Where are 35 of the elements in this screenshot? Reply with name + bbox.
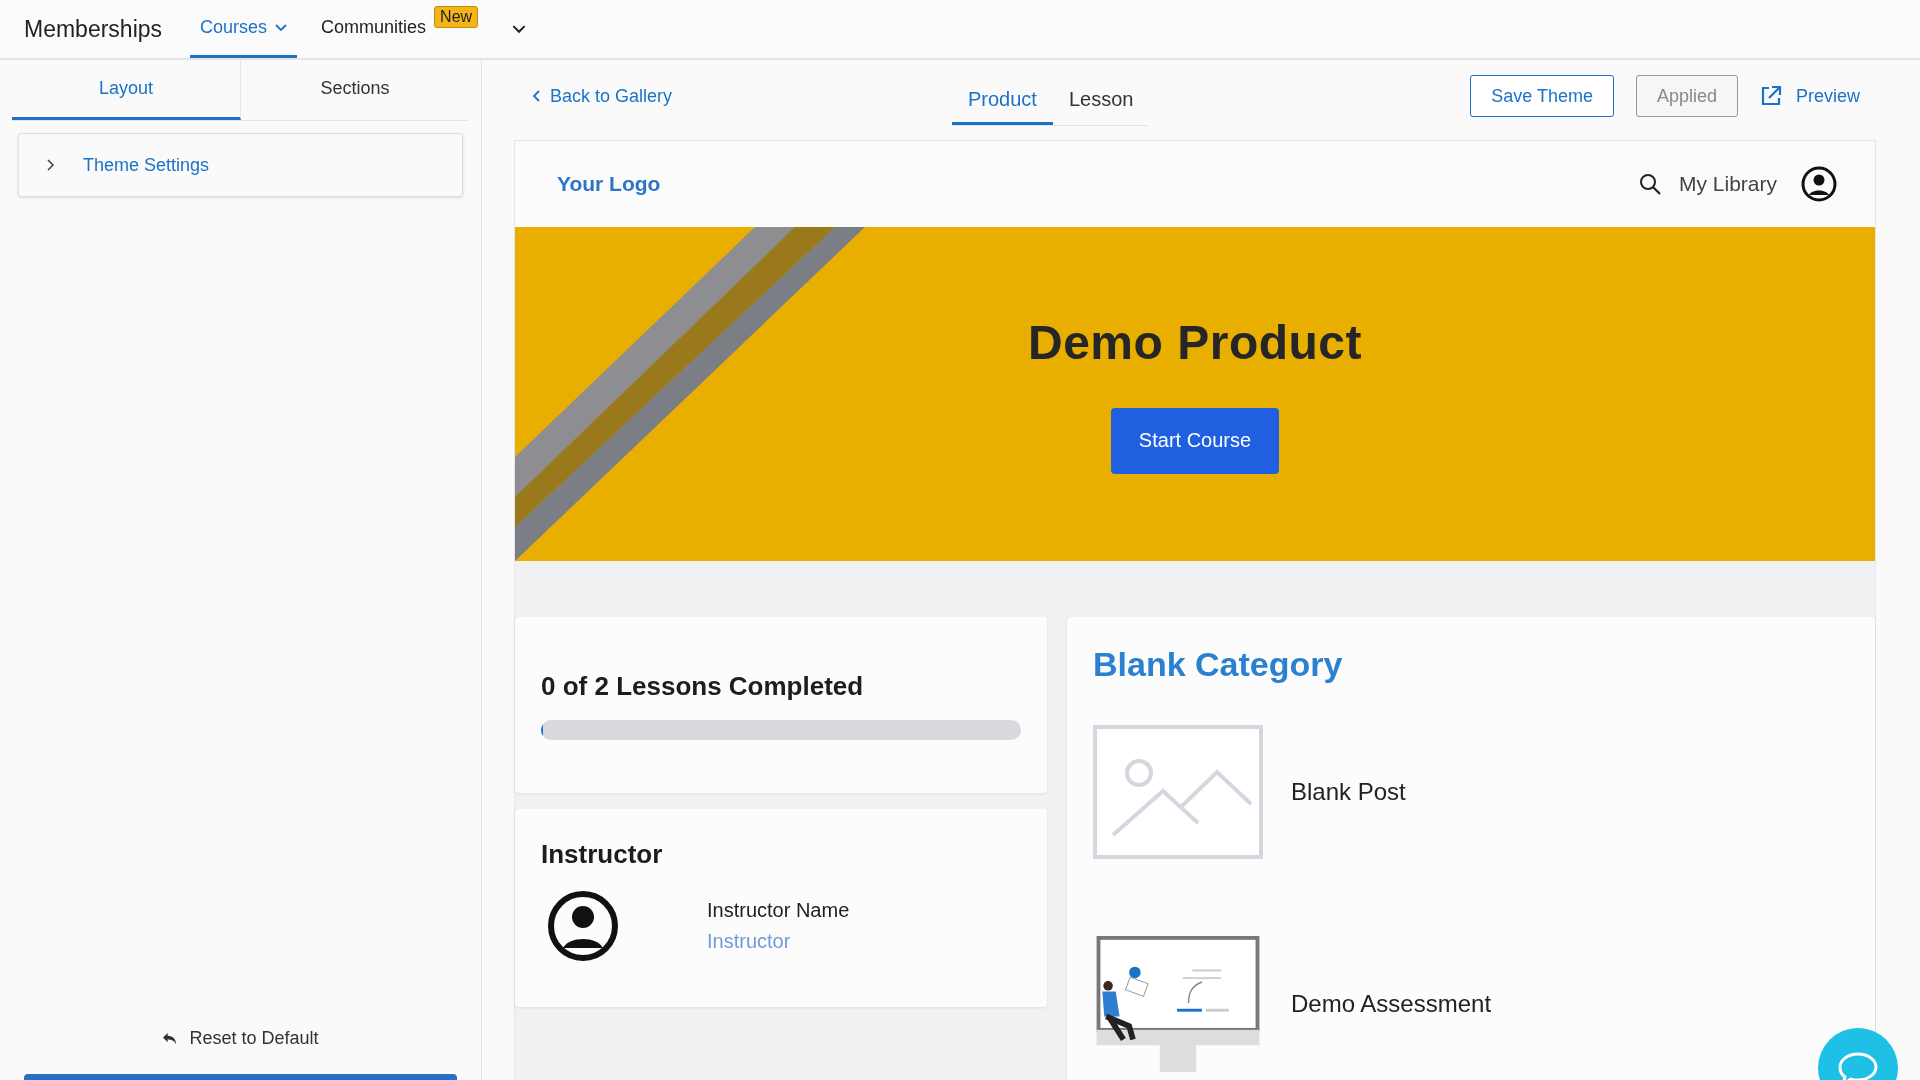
instructor-role: Instructor	[707, 930, 792, 953]
app-title: Memberships	[24, 15, 163, 43]
view-tab[interactable]: Product	[952, 77, 1053, 125]
instructor-name: Instructor Name	[707, 899, 850, 922]
new-badge: New	[434, 6, 479, 28]
chevron-icon	[47, 159, 55, 171]
save-button[interactable]: Save Theme	[1470, 75, 1614, 117]
user-avatar-icon[interactable]	[1801, 166, 1837, 202]
instructor-heading: Instructor	[541, 839, 664, 870]
hero-title: Demo Product	[1028, 314, 1362, 370]
start-course-button[interactable]: Start Course	[1110, 407, 1280, 474]
sidebar-tab[interactable]: Layout	[12, 60, 241, 120]
chevron-down-icon[interactable]	[512, 24, 527, 34]
preview-link[interactable]: Preview	[1759, 85, 1860, 107]
chat-bubble-icon	[1836, 1050, 1880, 1080]
category-title: Blank Category	[1093, 645, 1344, 684]
chevron-down-icon	[275, 23, 288, 32]
view-tab[interactable]: Lesson	[1052, 77, 1150, 125]
external-link-icon	[1759, 85, 1782, 107]
chevron-left-icon	[532, 90, 540, 102]
nav-tab[interactable]: Courses	[190, 0, 298, 58]
sidebar-tab[interactable]: Sections	[241, 60, 469, 120]
undo-arrow-icon	[162, 1032, 178, 1045]
user-avatar-icon	[547, 890, 619, 962]
post-title[interactable]: Blank Post	[1291, 778, 1406, 806]
accordion-item[interactable]: Theme Settings	[18, 133, 463, 197]
nav-tab[interactable]: Communities New	[311, 0, 489, 58]
search-icon[interactable]	[1638, 173, 1661, 195]
reset-button[interactable]: Reset to Default	[156, 1027, 325, 1050]
library-link[interactable]: My Library	[1678, 172, 1777, 196]
image-placeholder-icon	[1093, 724, 1263, 860]
logo-text: Your Logo	[557, 172, 661, 196]
post-title[interactable]: Demo Assessment	[1291, 990, 1492, 1018]
progress-title: 0 of 2 Lessons Completed	[541, 671, 865, 702]
back-link[interactable]: Back to Gallery	[514, 85, 952, 107]
